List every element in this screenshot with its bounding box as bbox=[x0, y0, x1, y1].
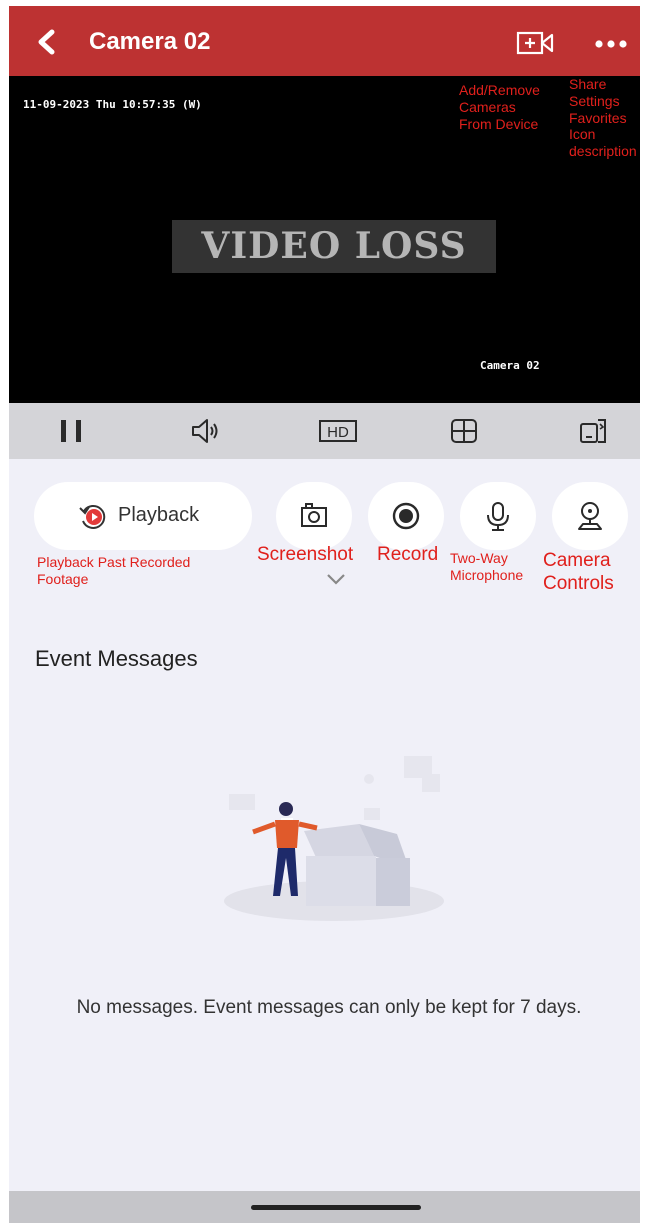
event-messages-title: Event Messages bbox=[35, 646, 198, 671]
record-icon bbox=[392, 502, 420, 530]
video-camera-label: Camera 02 bbox=[480, 359, 540, 372]
two-way-audio-button[interactable] bbox=[460, 482, 536, 550]
video-timestamp: 11-09-2023 Thu 10:57:35 (W) bbox=[23, 98, 202, 111]
empty-state-illustration bbox=[224, 756, 444, 921]
grid-icon bbox=[451, 419, 477, 443]
add-camera-icon bbox=[516, 31, 554, 55]
svg-text:HD: HD bbox=[327, 424, 349, 441]
page-title: Camera 02 bbox=[89, 28, 211, 55]
camera-controls-icon bbox=[578, 502, 602, 530]
more-dots-icon bbox=[595, 40, 627, 48]
playback-icon bbox=[79, 504, 106, 529]
app-screen: Camera 02 11-09-2023 Thu 10:57:35 (W) VI… bbox=[9, 6, 640, 1223]
system-nav-bar bbox=[9, 1191, 640, 1223]
hd-button[interactable]: HD bbox=[318, 415, 358, 447]
pause-button[interactable] bbox=[56, 415, 88, 447]
add-remove-camera-button[interactable] bbox=[515, 30, 555, 56]
annotation-camera-controls: Camera Controls bbox=[543, 550, 614, 594]
back-chevron-icon bbox=[38, 29, 55, 55]
rotate-screen-icon bbox=[580, 419, 606, 443]
video-control-bar: HD bbox=[9, 403, 640, 459]
empty-state-message: No messages. Event messages can only be … bbox=[76, 997, 582, 1018]
annotation-screenshot: Screenshot bbox=[257, 544, 354, 565]
annotation-playback: Playback Past Recorded Footage bbox=[37, 554, 191, 587]
playback-button[interactable]: Playback bbox=[34, 482, 252, 550]
layout-button[interactable] bbox=[448, 415, 480, 447]
more-options-button[interactable] bbox=[591, 30, 631, 56]
back-button[interactable] bbox=[33, 28, 61, 56]
pause-icon bbox=[61, 420, 81, 442]
rotate-screen-button[interactable] bbox=[578, 415, 610, 447]
annotation-record: Record bbox=[377, 544, 439, 565]
camera-icon bbox=[301, 503, 327, 527]
screenshot-button[interactable] bbox=[276, 482, 352, 550]
record-button[interactable] bbox=[368, 482, 444, 550]
chevron-down-icon[interactable] bbox=[325, 572, 347, 586]
microphone-icon bbox=[487, 502, 509, 531]
annotation-two-way: Two-Way Microphone bbox=[450, 550, 524, 583]
hd-icon: HD bbox=[319, 420, 357, 442]
header-bar: Camera 02 bbox=[9, 6, 640, 76]
live-video-view[interactable]: 11-09-2023 Thu 10:57:35 (W) VIDEO LOSS C… bbox=[9, 76, 640, 403]
annotation-more-menu: Share Settings Favorites Icon descriptio… bbox=[569, 76, 637, 160]
sound-button[interactable] bbox=[189, 415, 221, 447]
video-loss-banner: VIDEO LOSS bbox=[172, 220, 496, 273]
annotation-add-remove: Add/Remove Cameras From Device bbox=[459, 82, 540, 132]
camera-controls-button[interactable] bbox=[552, 482, 628, 550]
speaker-icon bbox=[192, 419, 218, 443]
home-indicator[interactable] bbox=[251, 1205, 421, 1210]
playback-label: Playback bbox=[118, 504, 200, 526]
